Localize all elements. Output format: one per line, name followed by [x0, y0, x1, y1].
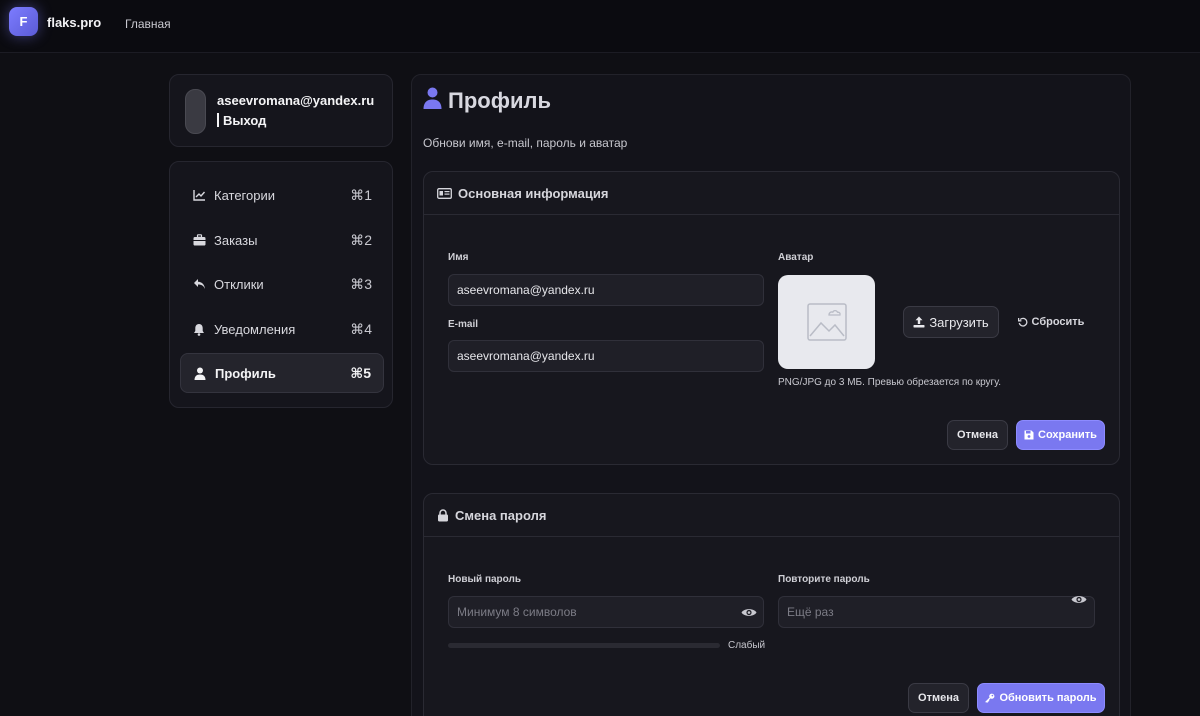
sidebar-item-orders[interactable]: Заказы ⌘2: [180, 220, 384, 260]
sidebar-item-notifications[interactable]: Уведомления ⌘4: [180, 309, 384, 349]
bell-icon: [191, 323, 207, 336]
briefcase-icon: [191, 234, 207, 246]
save-label: Сохранить: [1038, 429, 1097, 441]
repeat-password-label: Повторите пароль: [778, 574, 870, 585]
repeat-password-input[interactable]: [778, 596, 1095, 628]
id-card-icon: [437, 187, 452, 199]
sidebar-item-label: Профиль: [215, 365, 276, 381]
sidebar-item-label: Отклики: [214, 276, 264, 292]
key-icon: [985, 693, 995, 703]
page-title: Профиль: [423, 87, 551, 114]
save-button[interactable]: Сохранить: [1016, 420, 1105, 450]
name-label: Имя: [448, 252, 469, 263]
section-header: Основная информация: [424, 172, 1119, 215]
user-email: aseevromana@yandex.ru: [217, 93, 375, 108]
eye-icon[interactable]: [1070, 591, 1088, 607]
cancel-button[interactable]: Отмена: [947, 420, 1008, 450]
page-title-text: Профиль: [448, 87, 551, 113]
sidebar-item-categories[interactable]: Категории ⌘1: [180, 175, 384, 215]
shortcut-key: ⌘4: [350, 320, 372, 337]
password-strength-bar: [448, 643, 720, 648]
logo[interactable]: F: [9, 7, 38, 36]
sidebar-item-label: Заказы: [214, 232, 258, 248]
update-password-button[interactable]: Обновить пароль: [977, 683, 1105, 713]
user-icon: [423, 87, 442, 114]
reset-label: Сбросить: [1031, 316, 1085, 328]
lock-icon: [438, 508, 448, 521]
save-icon: [1024, 430, 1034, 440]
chart-line-icon: [191, 189, 207, 201]
brand-name[interactable]: flaks.pro: [47, 15, 101, 30]
name-input[interactable]: [448, 274, 764, 306]
cancel-label: Отмена: [918, 692, 959, 704]
sidebar-item-responses[interactable]: Отклики ⌘3: [180, 264, 384, 304]
eye-icon[interactable]: [740, 604, 758, 620]
new-password-label: Новый пароль: [448, 574, 522, 585]
avatar-hint: PNG/JPG до 3 МБ. Превью обрезается по кр…: [778, 377, 1001, 388]
nav-link-home[interactable]: Главная: [125, 17, 171, 31]
page-subtitle: Обнови имя, e-mail, пароль и аватар: [423, 136, 628, 150]
reset-avatar-button[interactable]: Сбросить: [1012, 312, 1090, 332]
avatar-preview[interactable]: [778, 275, 875, 369]
user-card: aseevromana@yandex.ru Выход: [169, 74, 393, 147]
avatar: [185, 89, 206, 134]
reply-icon: [191, 278, 207, 290]
cancel-label: Отмена: [957, 429, 998, 441]
shortcut-key: ⌘5: [350, 364, 371, 381]
new-password-input[interactable]: [448, 596, 764, 628]
user-icon: [192, 367, 208, 380]
shortcut-key: ⌘2: [350, 231, 372, 248]
password-strength-label: Слабый: [728, 640, 766, 651]
avatar-label: Аватар: [778, 252, 814, 263]
sidebar-item-label: Категории: [214, 187, 275, 203]
upload-label: Загрузить: [929, 314, 989, 330]
update-password-label: Обновить пароль: [999, 692, 1097, 704]
sidebar-menu: Категории ⌘1 Заказы ⌘2 Отклики ⌘3 Уведом…: [169, 161, 393, 408]
sidebar-item-profile[interactable]: Профиль ⌘5: [180, 353, 384, 393]
shortcut-key: ⌘1: [350, 186, 372, 203]
email-label: E-mail: [448, 319, 479, 330]
logout-link[interactable]: Выход: [217, 113, 266, 128]
upload-icon: [913, 316, 925, 328]
section-header: Смена пароля: [424, 494, 1119, 537]
email-input[interactable]: [448, 340, 764, 372]
top-bar: F flaks.pro Главная: [0, 0, 1200, 53]
undo-icon: [1017, 317, 1027, 327]
logout-label[interactable]: Выход: [223, 113, 266, 128]
section-title: Основная информация: [458, 185, 609, 201]
image-placeholder-icon: [806, 303, 847, 341]
separator-bar: [217, 113, 219, 127]
section-title: Смена пароля: [455, 507, 547, 523]
sidebar-item-label: Уведомления: [214, 321, 296, 337]
shortcut-key: ⌘3: [350, 275, 372, 292]
upload-button[interactable]: Загрузить: [903, 306, 999, 338]
cancel-password-button[interactable]: Отмена: [908, 683, 969, 713]
